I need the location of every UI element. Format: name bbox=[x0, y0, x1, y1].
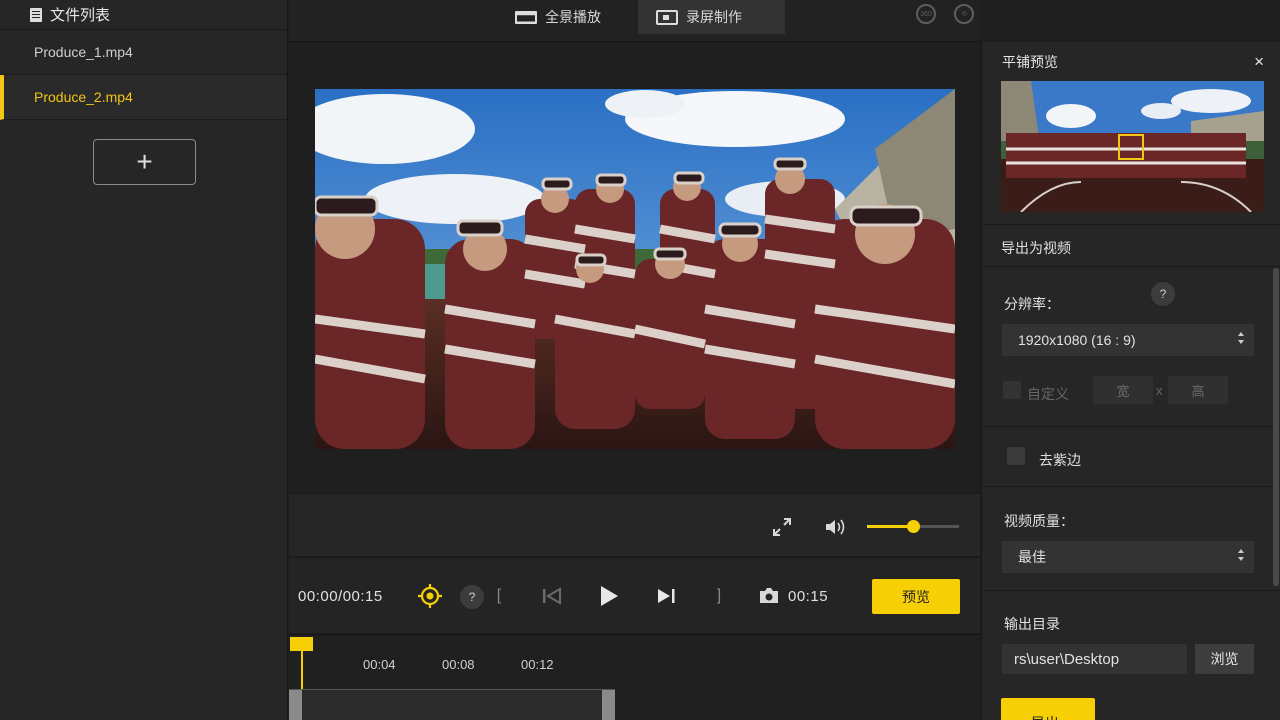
section-divider bbox=[982, 590, 1280, 591]
resolution-help-icon[interactable]: ? bbox=[1151, 282, 1175, 306]
select-arrows-icon bbox=[1238, 549, 1244, 563]
section-divider bbox=[982, 426, 1280, 427]
tile-preview-thumbnail[interactable] bbox=[1001, 81, 1264, 212]
export-video-title: 导出为视频 bbox=[1001, 240, 1071, 256]
video-quality-select[interactable]: 最佳 bbox=[1002, 541, 1254, 573]
file-item-produce-1[interactable]: Produce_1.mp4 bbox=[0, 30, 287, 75]
section-divider bbox=[982, 224, 1280, 225]
output-dir-label: 输出目录 bbox=[1004, 616, 1060, 632]
clip-track[interactable] bbox=[289, 689, 615, 720]
video-image bbox=[315, 89, 955, 449]
resolution-label: 分辨率： bbox=[1004, 296, 1060, 312]
clip-trim-handle-right[interactable] bbox=[602, 690, 615, 720]
timeline-tick-label: 00:12 bbox=[521, 657, 554, 672]
top-bar: 全景播放 录屏制作 360 ⟲ bbox=[289, 0, 980, 42]
height-field[interactable]: 高 bbox=[1168, 376, 1228, 404]
export-button-label: 导出 bbox=[1031, 713, 1059, 720]
timeline[interactable]: 00:04 00:08 00:12 bbox=[289, 634, 980, 720]
times-separator: x bbox=[1156, 383, 1163, 398]
defringe-checkbox[interactable] bbox=[1007, 447, 1025, 465]
video-frame[interactable] bbox=[315, 89, 955, 449]
file-list-header: 文件列表 bbox=[0, 0, 287, 30]
output-dir-value: rs\user\Desktop bbox=[1014, 650, 1120, 668]
target-locate-icon[interactable] bbox=[418, 584, 442, 608]
file-list-title: 文件列表 bbox=[50, 7, 111, 24]
resolution-value: 1920x1080 (16 : 9) bbox=[1018, 332, 1136, 348]
camera-snapshot-icon[interactable] bbox=[759, 586, 779, 604]
volume-icon[interactable] bbox=[823, 516, 847, 538]
volume-slider-thumb[interactable] bbox=[907, 520, 920, 533]
mark-out-button[interactable]: ] bbox=[713, 586, 725, 606]
viewport-indicator[interactable] bbox=[1118, 134, 1144, 160]
help-icon[interactable]: ? bbox=[460, 585, 484, 609]
view-controls-bar bbox=[289, 493, 980, 556]
add-file-button[interactable]: + bbox=[93, 139, 196, 185]
preview-button[interactable]: 预览 bbox=[872, 579, 960, 614]
browse-button[interactable]: 浏览 bbox=[1195, 644, 1254, 674]
video-preview-area bbox=[289, 43, 980, 527]
output-dir-field[interactable]: rs\user\Desktop bbox=[1002, 644, 1187, 674]
select-arrows-icon bbox=[1238, 332, 1244, 346]
screen-record-icon bbox=[656, 9, 678, 25]
playback-controls-bar: 00:00/00:15 ? [ ] 00:15 预览 bbox=[289, 557, 980, 633]
custom-resolution-checkbox[interactable] bbox=[1003, 381, 1021, 399]
defringe-label: 去紫边 bbox=[1039, 452, 1081, 468]
rotate-reset-icon[interactable]: ⟲ bbox=[954, 4, 974, 24]
tab-record-label: 录屏制作 bbox=[686, 9, 742, 25]
clip-duration-display: 00:15 bbox=[788, 588, 829, 605]
timeline-tick-label: 00:08 bbox=[442, 657, 475, 672]
fullscreen-icon[interactable] bbox=[771, 516, 793, 538]
panorama-icon bbox=[515, 10, 537, 24]
playhead-handle[interactable] bbox=[290, 637, 313, 651]
section-divider bbox=[982, 266, 1280, 267]
file-list-sidebar: 文件列表 Produce_1.mp4 Produce_2.mp4 + bbox=[0, 0, 288, 720]
width-field[interactable]: 宽 bbox=[1093, 376, 1153, 404]
right-settings-panel: 平铺预览 × 导出为视频 分辨率： ? 1920x1080 (16 : 9) 自… bbox=[981, 42, 1280, 720]
play-icon[interactable] bbox=[598, 585, 620, 607]
resolution-select[interactable]: 1920x1080 (16 : 9) bbox=[1002, 324, 1254, 356]
skip-back-icon[interactable] bbox=[541, 585, 563, 607]
video-quality-value: 最佳 bbox=[1018, 549, 1046, 565]
export-button[interactable]: 导出 bbox=[1001, 698, 1095, 720]
current-time-display: 00:00/00:15 bbox=[298, 588, 383, 605]
close-icon[interactable]: × bbox=[1254, 52, 1264, 72]
panel-scrollbar[interactable] bbox=[1273, 268, 1279, 586]
clip-trim-handle-left[interactable] bbox=[289, 690, 302, 720]
view-360-icon[interactable]: 360 bbox=[916, 4, 936, 24]
mark-in-button[interactable]: [ bbox=[493, 586, 505, 606]
tab-panorama-label: 全景播放 bbox=[545, 9, 601, 25]
section-divider bbox=[982, 486, 1280, 487]
custom-resolution-label: 自定义 bbox=[1027, 386, 1069, 402]
tab-panorama-play[interactable]: 全景播放 bbox=[497, 0, 619, 34]
tile-preview-title: 平铺预览 bbox=[1002, 54, 1058, 70]
document-list-icon bbox=[30, 7, 42, 22]
timeline-tick-label: 00:04 bbox=[363, 657, 396, 672]
tab-screen-record[interactable]: 录屏制作 bbox=[638, 0, 785, 34]
video-quality-label: 视频质量： bbox=[1004, 513, 1074, 529]
volume-slider[interactable] bbox=[867, 520, 959, 533]
skip-forward-icon[interactable] bbox=[655, 585, 677, 607]
file-item-produce-2[interactable]: Produce_2.mp4 bbox=[0, 75, 287, 120]
